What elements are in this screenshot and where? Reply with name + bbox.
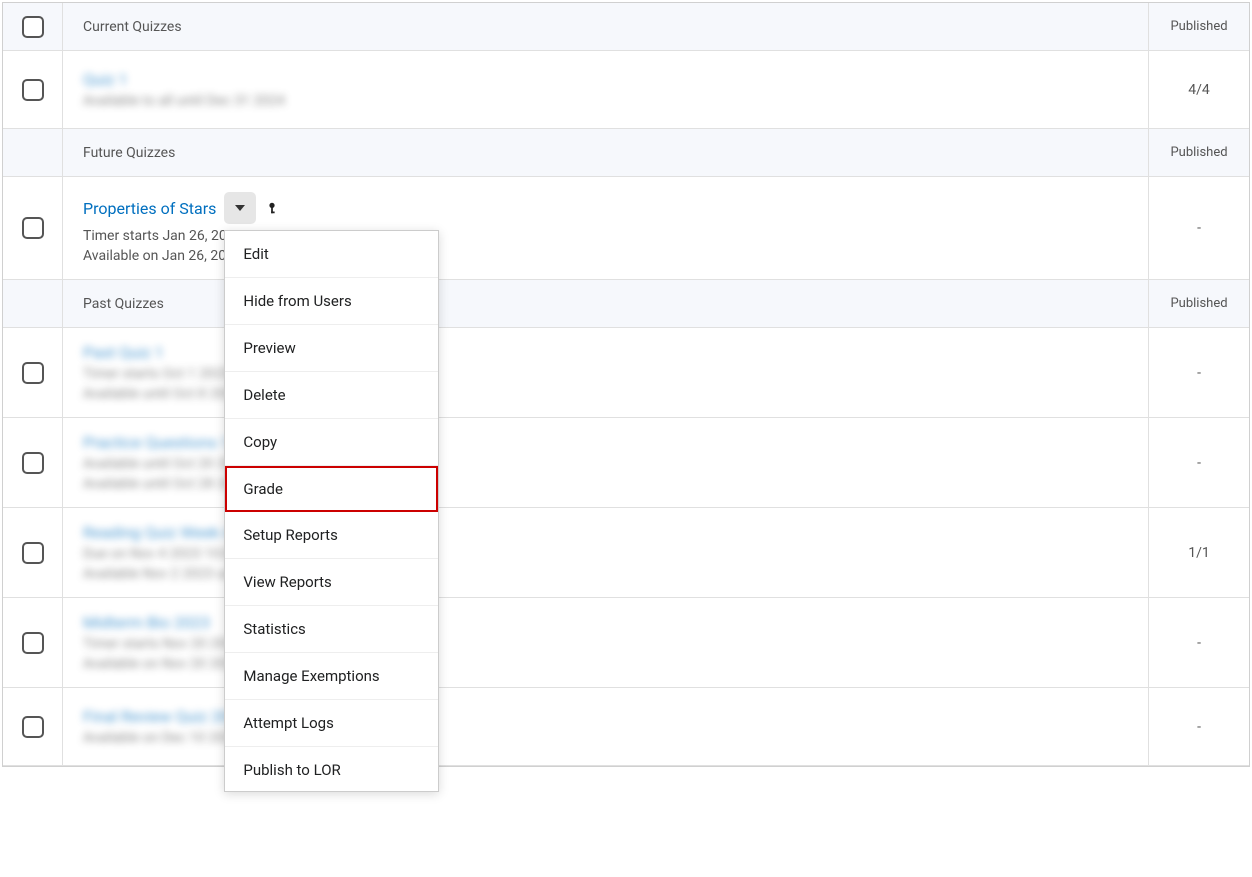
- table-row-properties-of-stars: Properties of Stars Timer starts Jan 26,…: [3, 177, 1249, 280]
- quiz-title-blurred[interactable]: Past Quiz 1: [83, 343, 164, 362]
- row-checkbox[interactable]: [22, 542, 44, 564]
- published-count: 1/1: [1149, 508, 1249, 597]
- menu-item-edit[interactable]: Edit: [225, 231, 438, 278]
- table-row: Practice Questions 1Available until Oct …: [3, 418, 1249, 508]
- table-row: Past Quiz 1Timer starts Oct 1 2023Availa…: [3, 328, 1249, 418]
- menu-item-copy[interactable]: Copy: [225, 419, 438, 466]
- menu-item-view-reports[interactable]: View Reports: [225, 559, 438, 606]
- table-row: Quiz 1 Available to all until Dec 31 202…: [3, 51, 1249, 129]
- menu-item-statistics[interactable]: Statistics: [225, 606, 438, 653]
- quiz-title-blurred[interactable]: Reading Quiz Week 4: [83, 523, 232, 542]
- menu-item-delete[interactable]: Delete: [225, 372, 438, 419]
- published-header: Published: [1149, 280, 1249, 327]
- quiz-link-properties-of-stars[interactable]: Properties of Stars: [83, 199, 216, 218]
- published-count: -: [1149, 688, 1249, 765]
- quiz-title-blurred[interactable]: Practice Questions 1: [83, 433, 230, 452]
- row-checkbox[interactable]: [22, 452, 44, 474]
- quiz-actions-menu: EditHide from UsersPreviewDeleteCopyGrad…: [224, 230, 439, 792]
- menu-item-hide-from-users[interactable]: Hide from Users: [225, 278, 438, 325]
- quiz-subtext-blurred: Available to all until Dec 31 2024: [83, 93, 1128, 109]
- row-checkbox[interactable]: [22, 217, 44, 239]
- menu-item-publish-to-lor[interactable]: Publish to LOR: [225, 747, 438, 791]
- menu-item-attempt-logs[interactable]: Attempt Logs: [225, 700, 438, 747]
- table-row: Midterm Bio 2023Timer starts Nov 20 2023…: [3, 598, 1249, 688]
- section-label: Future Quizzes: [63, 129, 1149, 176]
- section-label: Current Quizzes: [63, 3, 1149, 50]
- menu-item-grade[interactable]: Grade: [225, 466, 438, 512]
- quiz-title-blurred[interactable]: Quiz 1: [83, 70, 128, 89]
- section-header-future: Future Quizzes Published: [3, 129, 1249, 177]
- menu-item-setup-reports[interactable]: Setup Reports: [225, 512, 438, 559]
- published-count: -: [1149, 328, 1249, 417]
- select-all-current-checkbox[interactable]: [22, 16, 44, 38]
- published-header: Published: [1149, 129, 1249, 176]
- menu-item-preview[interactable]: Preview: [225, 325, 438, 372]
- section-header-current: Current Quizzes Published: [3, 3, 1249, 51]
- select-all-current-cell: [3, 3, 63, 50]
- row-checkbox[interactable]: [22, 632, 44, 654]
- published-count: 4/4: [1149, 51, 1249, 128]
- chevron-down-icon: [235, 205, 245, 211]
- section-header-past: Past Quizzes Published: [3, 280, 1249, 328]
- menu-item-manage-exemptions[interactable]: Manage Exemptions: [225, 653, 438, 700]
- table-row: Reading Quiz Week 4Due on Nov 4 2023 10:…: [3, 508, 1249, 598]
- restricted-key-icon: [264, 200, 280, 216]
- published-header: Published: [1149, 3, 1249, 50]
- published-count: -: [1149, 418, 1249, 507]
- published-count: -: [1149, 177, 1249, 279]
- row-checkbox[interactable]: [22, 362, 44, 384]
- table-row: Final Review Quiz 2023.12Available on De…: [3, 688, 1249, 766]
- quiz-actions-dropdown-button[interactable]: [224, 192, 256, 224]
- published-count: -: [1149, 598, 1249, 687]
- row-checkbox[interactable]: [22, 79, 44, 101]
- row-checkbox[interactable]: [22, 716, 44, 738]
- quiz-title-blurred[interactable]: Midterm Bio 2023: [83, 613, 210, 632]
- quiz-table: Current Quizzes Published Quiz 1 Availab…: [2, 2, 1250, 767]
